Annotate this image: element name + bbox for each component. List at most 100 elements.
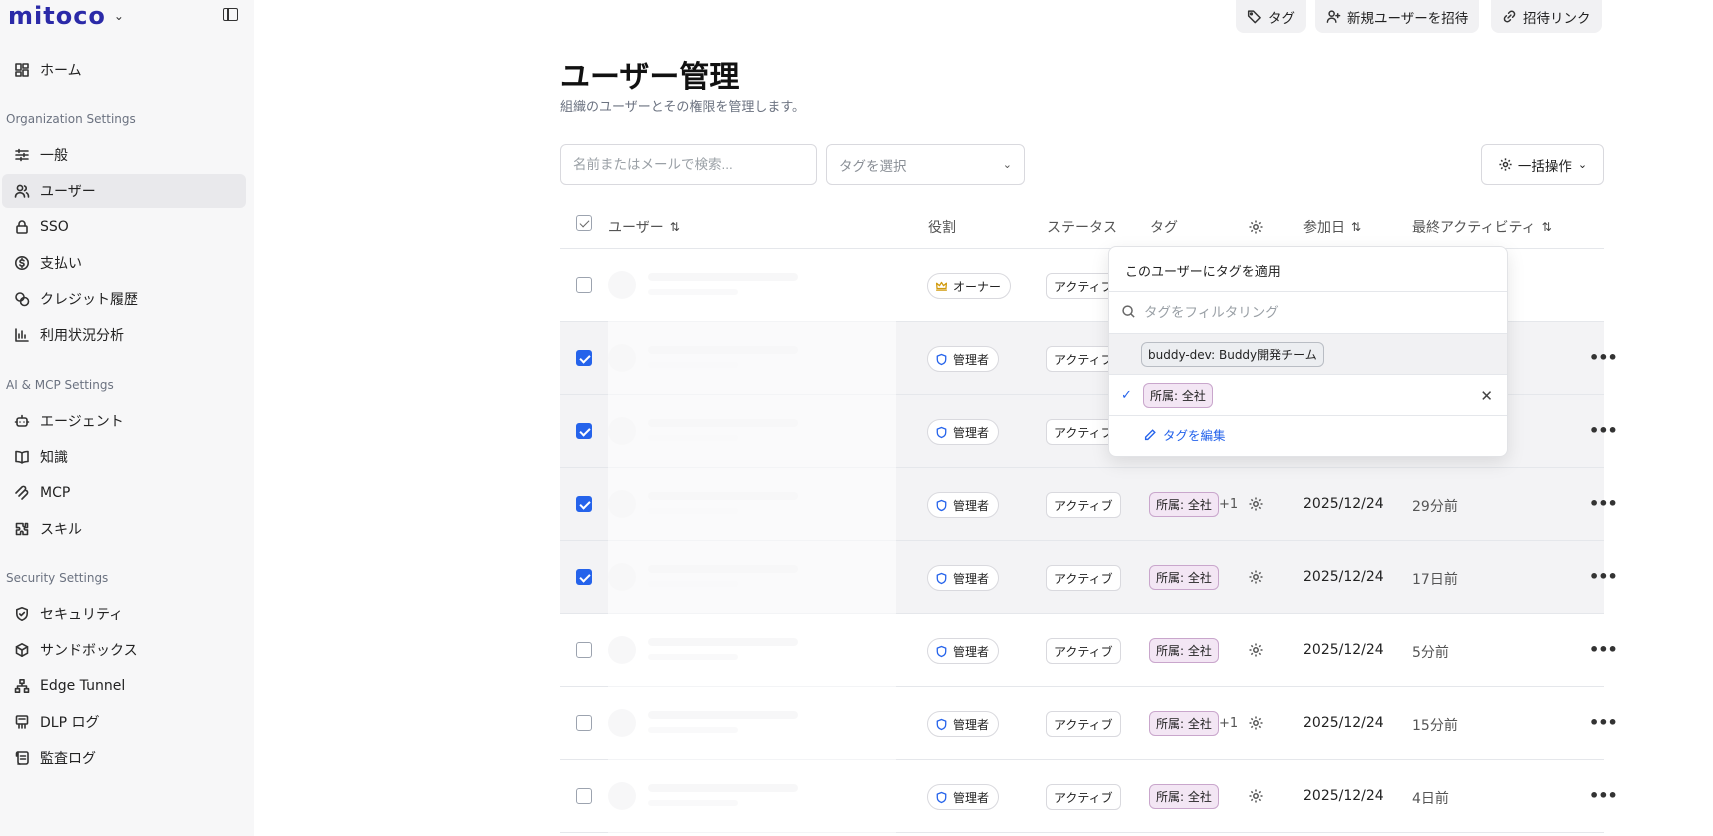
bulk-action-button[interactable]: 一括操作 ⌄ [1481,144,1604,185]
invite-link-button[interactable]: 招待リンク [1491,0,1602,33]
more-actions-icon[interactable]: ••• [1589,421,1618,440]
row-checkbox[interactable] [576,642,592,658]
column-label: ステータス [1047,219,1117,236]
sidebar-item-sandbox[interactable]: サンドボックス [2,633,246,667]
more-actions-icon[interactable]: ••• [1589,640,1618,659]
invite-user-label: 新規ユーザーを招待 [1347,10,1469,27]
row-checkbox[interactable] [576,350,592,366]
last-activity: 29分前 [1412,499,1458,515]
tag-settings-icon[interactable] [1248,788,1264,804]
tag-select[interactable]: タグを選択 ⌄ [826,144,1025,185]
popover-title: このユーザーにタグを適用 [1125,265,1281,280]
last-activity: 17日前 [1412,572,1458,588]
sidebar-toggle-icon[interactable] [223,8,238,21]
column-tags: タグ [1150,204,1178,249]
row-checkbox[interactable] [576,788,592,804]
sidebar-item-billing[interactable]: 支払い [2,246,246,280]
section-label-org: Organization Settings [6,112,136,126]
column-label: 最終アクティビティ [1412,219,1536,236]
table-header: ユーザー ⇅ 役割 ステータス タグ 参加日 ⇅ 最終アクティビティ ⇅ [560,204,1604,249]
shield-icon [935,572,953,585]
sidebar-item-label: 利用状況分析 [40,328,124,344]
sidebar: mitoco ⌄ ホーム Organization Settings 一般 ユー… [0,0,254,836]
more-actions-icon[interactable]: ••• [1589,494,1618,513]
select-all-checkbox[interactable] [576,215,592,231]
sidebar-item-credit-history[interactable]: クレジット履歴 [2,282,246,316]
tag-settings-icon[interactable] [1248,642,1264,658]
sidebar-item-knowledge[interactable]: 知識 [2,440,246,474]
column-role: 役割 [928,204,956,249]
sort-icon: ⇅ [1351,219,1362,234]
sidebar-item-label: セキュリティ [40,607,124,623]
tag-settings-icon[interactable] [1248,496,1264,512]
row-checkbox[interactable] [576,496,592,512]
row-checkbox[interactable] [576,423,592,439]
search-icon [1122,304,1135,318]
sidebar-item-edge-tunnel[interactable]: Edge Tunnel [2,669,246,703]
gear-icon [1499,158,1512,171]
dashboard-icon [14,62,30,78]
sidebar-item-label: クレジット履歴 [40,292,138,308]
user-column-redaction [608,250,896,836]
column-label: タグ [1150,219,1178,236]
more-actions-icon[interactable]: ••• [1589,348,1618,367]
more-actions-icon[interactable]: ••• [1589,786,1618,805]
sidebar-item-users[interactable]: ユーザー [2,174,246,208]
sidebar-item-label: 支払い [40,256,82,272]
scroll-icon [14,750,30,766]
role-badge: 管理者 [927,638,1000,664]
column-joined[interactable]: 参加日 ⇅ [1303,204,1361,249]
sidebar-item-home[interactable]: ホーム [2,53,246,87]
row-checkbox[interactable] [576,715,592,731]
column-last-activity[interactable]: 最終アクティビティ ⇅ [1412,204,1552,249]
sidebar-item-general[interactable]: 一般 [2,138,246,172]
more-actions-icon[interactable]: ••• [1589,713,1618,732]
tag-settings-icon[interactable] [1248,204,1264,249]
close-icon[interactable]: ✕ [1480,387,1493,405]
sidebar-item-audit-log[interactable]: 監査ログ [2,741,246,775]
sidebar-item-agents[interactable]: エージェント [2,404,246,438]
row-checkbox[interactable] [576,277,592,293]
sidebar-item-label: スキル [40,522,82,538]
status-badge: アクティブ [1046,565,1121,591]
status-badge: アクティブ [1046,492,1121,518]
sidebar-item-skills[interactable]: スキル [2,512,246,546]
role-label: 管理者 [953,644,990,659]
tag-popover: このユーザーにタグを適用 タグをフィルタリング buddy-dev: Buddy… [1108,246,1508,457]
tag-settings-icon[interactable] [1248,715,1264,731]
sort-icon: ⇅ [669,219,680,234]
tag-button-label: タグ [1268,10,1295,27]
tag-filter-input[interactable]: タグをフィルタリング [1121,301,1279,321]
sidebar-item-usage-analytics[interactable]: 利用状況分析 [2,318,246,352]
sidebar-item-sso[interactable]: SSO [2,210,246,244]
tag-chip: 所属: 全社 [1149,565,1219,590]
last-activity: 4日前 [1412,791,1449,807]
sidebar-item-security[interactable]: セキュリティ [2,597,246,631]
org-switcher[interactable]: mitoco ⌄ [8,2,124,30]
sidebar-item-label: DLP ログ [40,715,100,731]
more-actions-icon[interactable]: ••• [1589,567,1618,586]
section-label-security: Security Settings [6,571,109,585]
role-badge: 管理者 [927,784,1000,810]
edit-tags-link[interactable]: タグを編集 [1143,425,1226,444]
last-activity: 5分前 [1412,645,1449,661]
edit-tags-label: タグを編集 [1163,428,1226,443]
tag-option-selected[interactable]: ✓ 所属: 全社 ✕ [1109,375,1507,415]
chevron-down-icon: ⌄ [113,9,124,23]
sidebar-item-label: ホーム [40,63,82,79]
joined-date: 2025/12/24 [1303,715,1384,731]
tag-button[interactable]: タグ [1236,0,1306,33]
sidebar-item-dlp-log[interactable]: DLP ログ [2,705,246,739]
search-input[interactable] [560,144,817,185]
mcp-icon [14,485,30,501]
column-user[interactable]: ユーザー ⇅ [608,204,680,249]
tag-option[interactable]: buddy-dev: Buddy開発チーム [1109,334,1507,374]
invite-user-button[interactable]: 新規ユーザーを招待 [1315,0,1480,33]
sidebar-item-label: 知識 [40,450,68,466]
role-badge: 管理者 [927,419,1000,445]
row-checkbox[interactable] [576,569,592,585]
tag-settings-icon[interactable] [1248,569,1264,585]
sidebar-item-mcp[interactable]: MCP [2,476,246,510]
sidebar-item-label: ユーザー [40,184,96,200]
role-label: 管理者 [953,425,990,440]
